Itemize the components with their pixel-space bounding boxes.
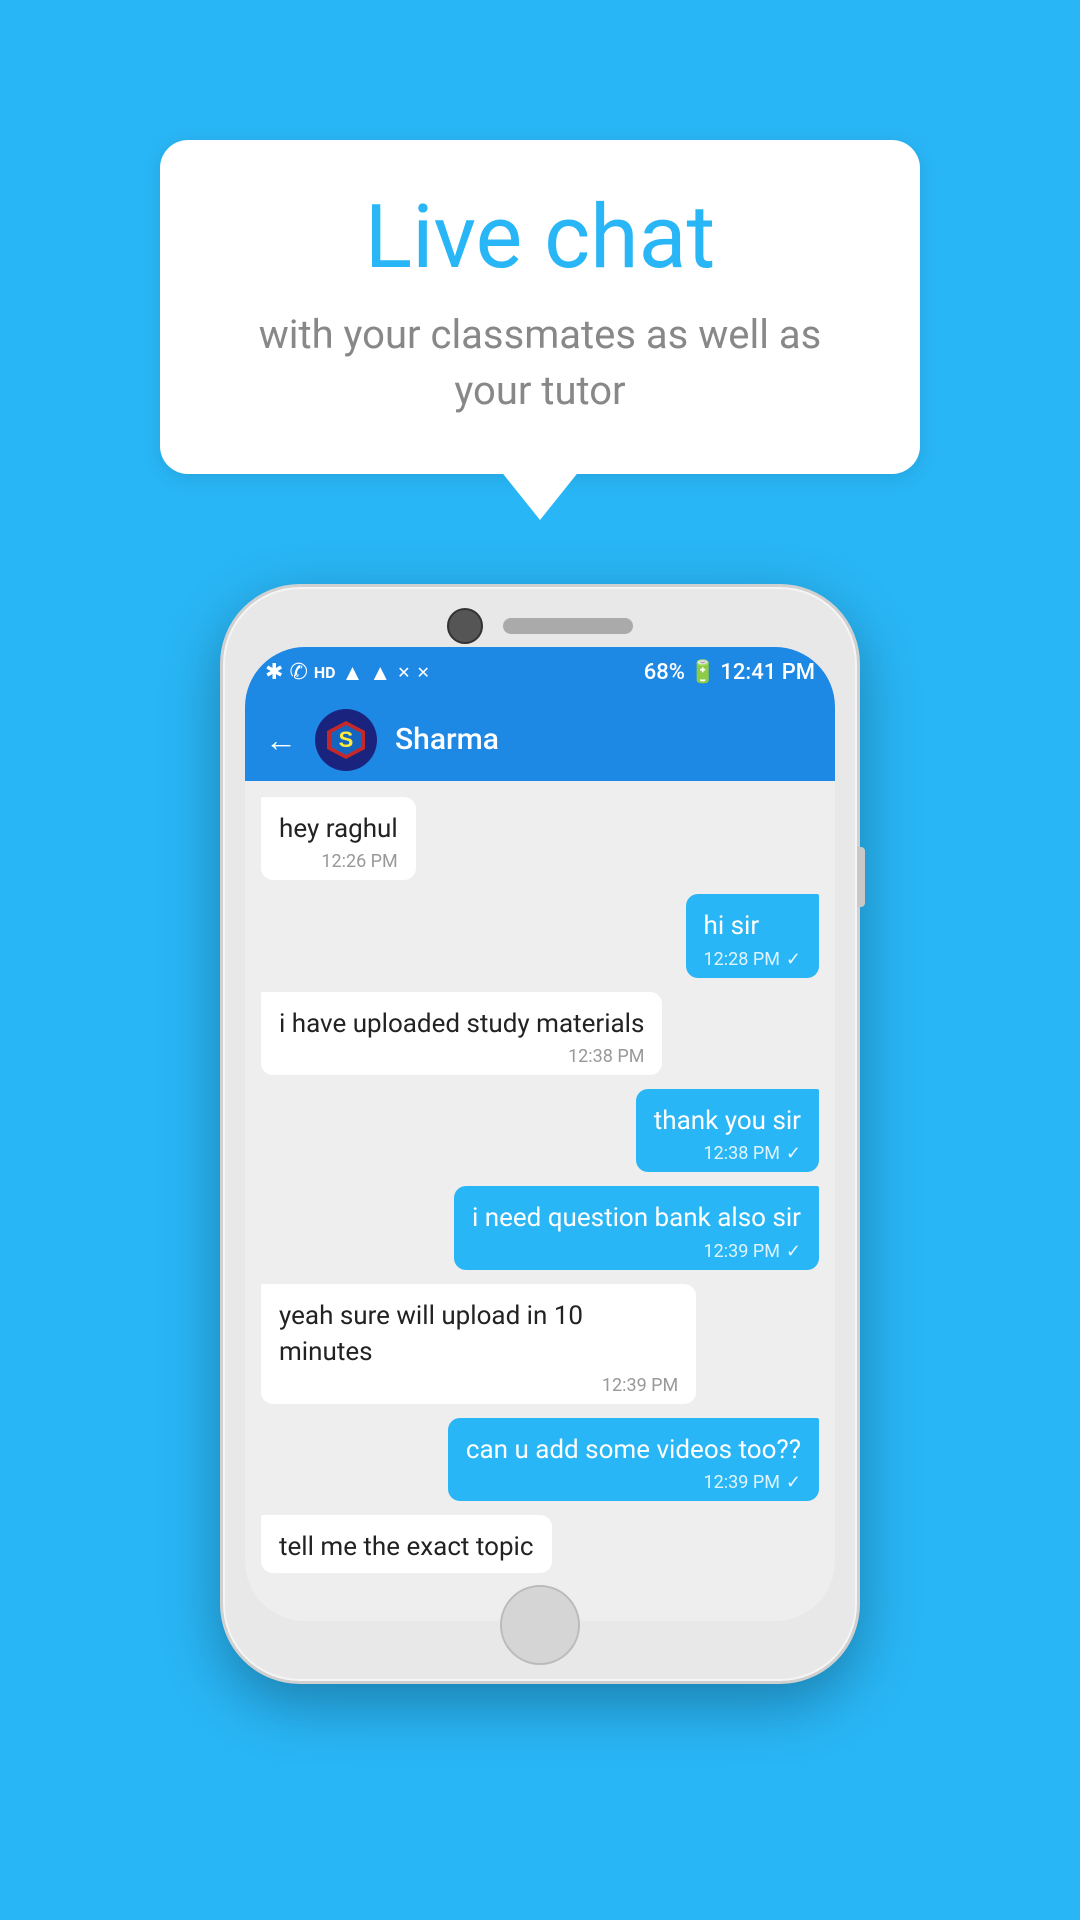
- received-bubble: yeah sure will upload in 10 minutes 12:3…: [261, 1284, 696, 1404]
- contact-avatar: S: [315, 709, 377, 771]
- message-meta: 12:26 PM: [279, 851, 398, 872]
- signal-cross2-icon: ✕: [417, 663, 430, 682]
- message-time: 12:28 PM: [704, 949, 780, 970]
- home-button[interactable]: [500, 1585, 580, 1665]
- message-text: can u add some videos too??: [466, 1432, 801, 1468]
- message-row: i need question bank also sir 12:39 PM ✓: [261, 1186, 819, 1269]
- received-bubble: hey raghul 12:26 PM: [261, 797, 416, 880]
- message-text: thank you sir: [654, 1103, 801, 1139]
- signal-icon: ▲: [369, 660, 391, 686]
- sent-bubble: thank you sir 12:38 PM ✓: [636, 1089, 819, 1172]
- received-bubble-partial: tell me the exact topic: [261, 1515, 552, 1573]
- superman-icon: S: [319, 713, 373, 767]
- phone-outer-shell: ✱ ✆ HD ▲ ▲ ✕ ✕ 68% 🔋 12:41 PM: [220, 584, 860, 1684]
- message-row: hi sir 12:28 PM ✓: [261, 894, 819, 977]
- read-receipt-icon: ✓: [786, 1472, 801, 1493]
- phone-mockup: ✱ ✆ HD ▲ ▲ ✕ ✕ 68% 🔋 12:41 PM: [220, 584, 860, 1684]
- contact-name: Sharma: [395, 722, 499, 757]
- message-row: hey raghul 12:26 PM: [261, 797, 819, 880]
- message-text: tell me the exact topic: [279, 1529, 534, 1565]
- clock: 12:41 PM: [720, 660, 815, 685]
- feature-title: Live chat: [230, 190, 850, 287]
- message-meta: 12:38 PM: [279, 1046, 644, 1067]
- message-row: thank you sir 12:38 PM ✓: [261, 1089, 819, 1172]
- earpiece-speaker: [503, 618, 633, 634]
- power-button: [857, 847, 865, 907]
- status-bar: ✱ ✆ HD ▲ ▲ ✕ ✕ 68% 🔋 12:41 PM: [245, 647, 835, 699]
- message-text: hey raghul: [279, 811, 398, 847]
- phone-top-area: [420, 607, 660, 645]
- message-time: 12:39 PM: [704, 1472, 780, 1493]
- app-bar: ← S Sharma: [245, 699, 835, 781]
- battery-icon: 🔋: [689, 660, 716, 685]
- message-meta: 12:28 PM ✓: [704, 949, 801, 970]
- message-text: hi sir: [704, 908, 801, 944]
- bluetooth-icon: ✱: [265, 660, 283, 685]
- svg-text:S: S: [339, 727, 354, 752]
- message-row: can u add some videos too?? 12:39 PM ✓: [261, 1418, 819, 1501]
- read-receipt-icon: ✓: [786, 1143, 801, 1164]
- message-meta: 12:39 PM ✓: [466, 1472, 801, 1493]
- message-time: 12:39 PM: [602, 1375, 678, 1396]
- message-time: 12:38 PM: [568, 1046, 644, 1067]
- message-text: i need question bank also sir: [472, 1200, 801, 1236]
- sent-bubble: i need question bank also sir 12:39 PM ✓: [454, 1186, 819, 1269]
- status-right-info: 68% 🔋 12:41 PM: [644, 660, 815, 685]
- message-text: i have uploaded study materials: [279, 1006, 644, 1042]
- chat-messages[interactable]: hey raghul 12:26 PM hi sir 12:28 PM: [245, 781, 835, 1621]
- message-row: yeah sure will upload in 10 minutes 12:3…: [261, 1284, 819, 1404]
- message-meta: 12:39 PM ✓: [472, 1241, 801, 1262]
- status-icons: ✱ ✆ HD ▲ ▲ ✕ ✕: [265, 660, 430, 686]
- message-meta: 12:39 PM: [279, 1375, 678, 1396]
- received-bubble: i have uploaded study materials 12:38 PM: [261, 992, 662, 1075]
- screen-content: ✱ ✆ HD ▲ ▲ ✕ ✕ 68% 🔋 12:41 PM: [245, 647, 835, 1621]
- message-row: tell me the exact topic: [261, 1515, 819, 1573]
- signal-cross-icon: ✕: [397, 663, 410, 682]
- camera-lens: [447, 608, 483, 644]
- sent-bubble: hi sir 12:28 PM ✓: [686, 894, 819, 977]
- sent-bubble: can u add some videos too?? 12:39 PM ✓: [448, 1418, 819, 1501]
- read-receipt-icon: ✓: [786, 949, 801, 970]
- message-time: 12:39 PM: [704, 1241, 780, 1262]
- message-row: i have uploaded study materials 12:38 PM: [261, 992, 819, 1075]
- message-time: 12:38 PM: [704, 1143, 780, 1164]
- message-meta: 12:38 PM ✓: [654, 1143, 801, 1164]
- phone-screen: ✱ ✆ HD ▲ ▲ ✕ ✕ 68% 🔋 12:41 PM: [245, 647, 835, 1621]
- battery-percent: 68%: [644, 660, 685, 685]
- back-button[interactable]: ←: [265, 721, 297, 759]
- feature-subtitle: with your classmates as well as your tut…: [230, 307, 850, 419]
- feature-card: Live chat with your classmates as well a…: [160, 140, 920, 474]
- vibrate-icon: ✆: [289, 660, 307, 685]
- message-text: yeah sure will upload in 10 minutes: [279, 1298, 678, 1371]
- hd-indicator: HD: [314, 663, 336, 682]
- wifi-icon: ▲: [342, 660, 364, 686]
- message-time: 12:26 PM: [321, 851, 397, 872]
- read-receipt-icon: ✓: [786, 1241, 801, 1262]
